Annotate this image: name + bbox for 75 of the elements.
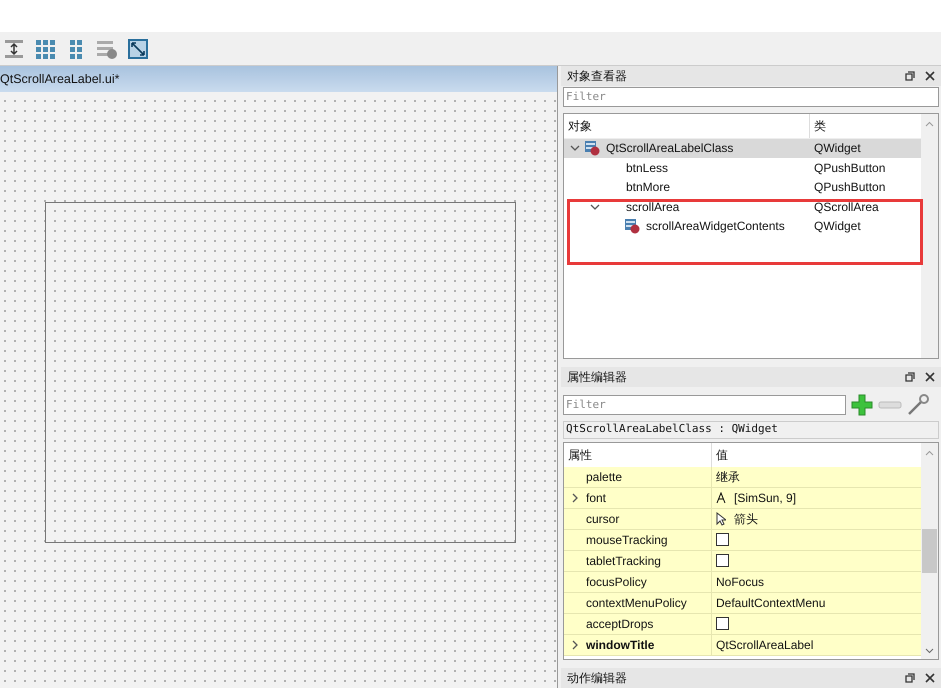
tree-row[interactable]: btnLess QPushButton — [564, 158, 921, 178]
property-row[interactable]: contextMenuPolicy DefaultContextMenu — [564, 592, 921, 614]
property-value: DefaultContextMenu — [716, 594, 826, 612]
wrench-icon[interactable] — [906, 392, 930, 417]
property-row[interactable]: mouseTracking — [564, 530, 921, 551]
panel-title: 属性编辑器 — [567, 368, 628, 386]
close-icon[interactable] — [925, 71, 935, 81]
tree-row[interactable]: scrollAreaWidgetContents QWidget — [564, 216, 921, 236]
column-header[interactable]: 对象 — [564, 114, 810, 138]
checkbox[interactable] — [716, 554, 729, 568]
column-header[interactable]: 值 — [712, 446, 728, 464]
tree-row[interactable]: scrollArea QScrollArea — [564, 197, 921, 217]
property-name: acceptDrops — [586, 616, 654, 633]
checkbox[interactable] — [716, 533, 729, 546]
property-row[interactable]: focusPolicy NoFocus — [564, 572, 921, 593]
scrollbar[interactable] — [921, 442, 938, 660]
filter-field[interactable]: Filter — [563, 394, 846, 415]
chevron-down-icon[interactable] — [590, 202, 600, 212]
property-row[interactable]: windowTitle QtScrollAreaLabel — [564, 634, 921, 656]
panel-title: 动作编辑器 — [567, 670, 628, 688]
form-title: QtScrollAreaLabel.ui* — [0, 70, 120, 88]
scrollbar-thumb[interactable] — [922, 528, 937, 573]
property-row[interactable]: font [SimSun, 9] — [564, 488, 921, 509]
property-name: palette — [586, 468, 622, 486]
class-name: QPushButton — [813, 179, 886, 196]
float-icon[interactable] — [905, 71, 915, 81]
layout-grid-icon — [34, 38, 56, 60]
tree-row[interactable]: QtScrollAreaLabelClass QWidget — [564, 138, 921, 158]
property-value: 继承 — [716, 468, 740, 486]
scroll-down-icon[interactable] — [925, 646, 934, 656]
widget-icon — [584, 140, 600, 156]
property-value: [SimSun, 9] — [734, 490, 796, 507]
panel-title: 对象查看器 — [567, 68, 628, 85]
property-name: focusPolicy — [586, 574, 647, 591]
filter-field[interactable]: Filter — [563, 87, 939, 107]
property-value: QtScrollAreaLabel — [716, 636, 814, 654]
chevron-down-icon[interactable] — [570, 143, 580, 154]
font-letter-icon — [716, 492, 726, 504]
property-name: tabletTracking — [586, 552, 661, 570]
object-name: scrollArea — [626, 198, 680, 216]
object-class-label: QtScrollAreaLabelClass : QWidget — [563, 420, 939, 439]
checkbox[interactable] — [716, 617, 729, 630]
scrollbar[interactable] — [921, 114, 938, 358]
close-icon[interactable] — [925, 673, 935, 684]
widget-icon — [624, 218, 640, 234]
class-name: QWidget — [813, 218, 861, 236]
property-row[interactable]: palette 继承 — [564, 466, 921, 488]
class-name: QScrollArea — [813, 198, 879, 216]
object-name: scrollAreaWidgetContents — [646, 218, 785, 236]
object-name: btnLess — [626, 160, 668, 177]
class-name: QPushButton — [813, 160, 886, 177]
plus-icon[interactable] — [850, 392, 874, 417]
object-name: btnMore — [626, 179, 670, 196]
close-icon[interactable] — [925, 372, 935, 382]
property-name: contextMenuPolicy — [586, 594, 687, 612]
property-row[interactable]: cursor 箭头 — [564, 508, 921, 530]
adjust-size-icon — [127, 38, 149, 60]
float-icon[interactable] — [905, 372, 915, 382]
property-value: 箭头 — [734, 510, 758, 528]
layout-vertical-icon — [3, 38, 25, 60]
chevron-right-icon[interactable] — [570, 492, 580, 503]
property-value: NoFocus — [716, 574, 764, 591]
property-row[interactable]: acceptDrops — [564, 614, 921, 635]
property-name: font — [586, 490, 606, 507]
tree-row[interactable]: btnMore QPushButton — [564, 178, 921, 198]
property-name: windowTitle — [586, 636, 654, 654]
chevron-right-icon[interactable] — [570, 640, 580, 650]
float-icon[interactable] — [905, 673, 915, 684]
column-header[interactable]: 类 — [810, 116, 826, 135]
class-name: QWidget — [813, 140, 861, 158]
property-name: mouseTracking — [586, 532, 668, 549]
object-name: QtScrollAreaLabelClass — [606, 140, 734, 158]
property-row[interactable]: tabletTracking — [564, 550, 921, 572]
arrow-cursor-icon — [716, 512, 726, 526]
property-name: cursor — [586, 510, 620, 528]
